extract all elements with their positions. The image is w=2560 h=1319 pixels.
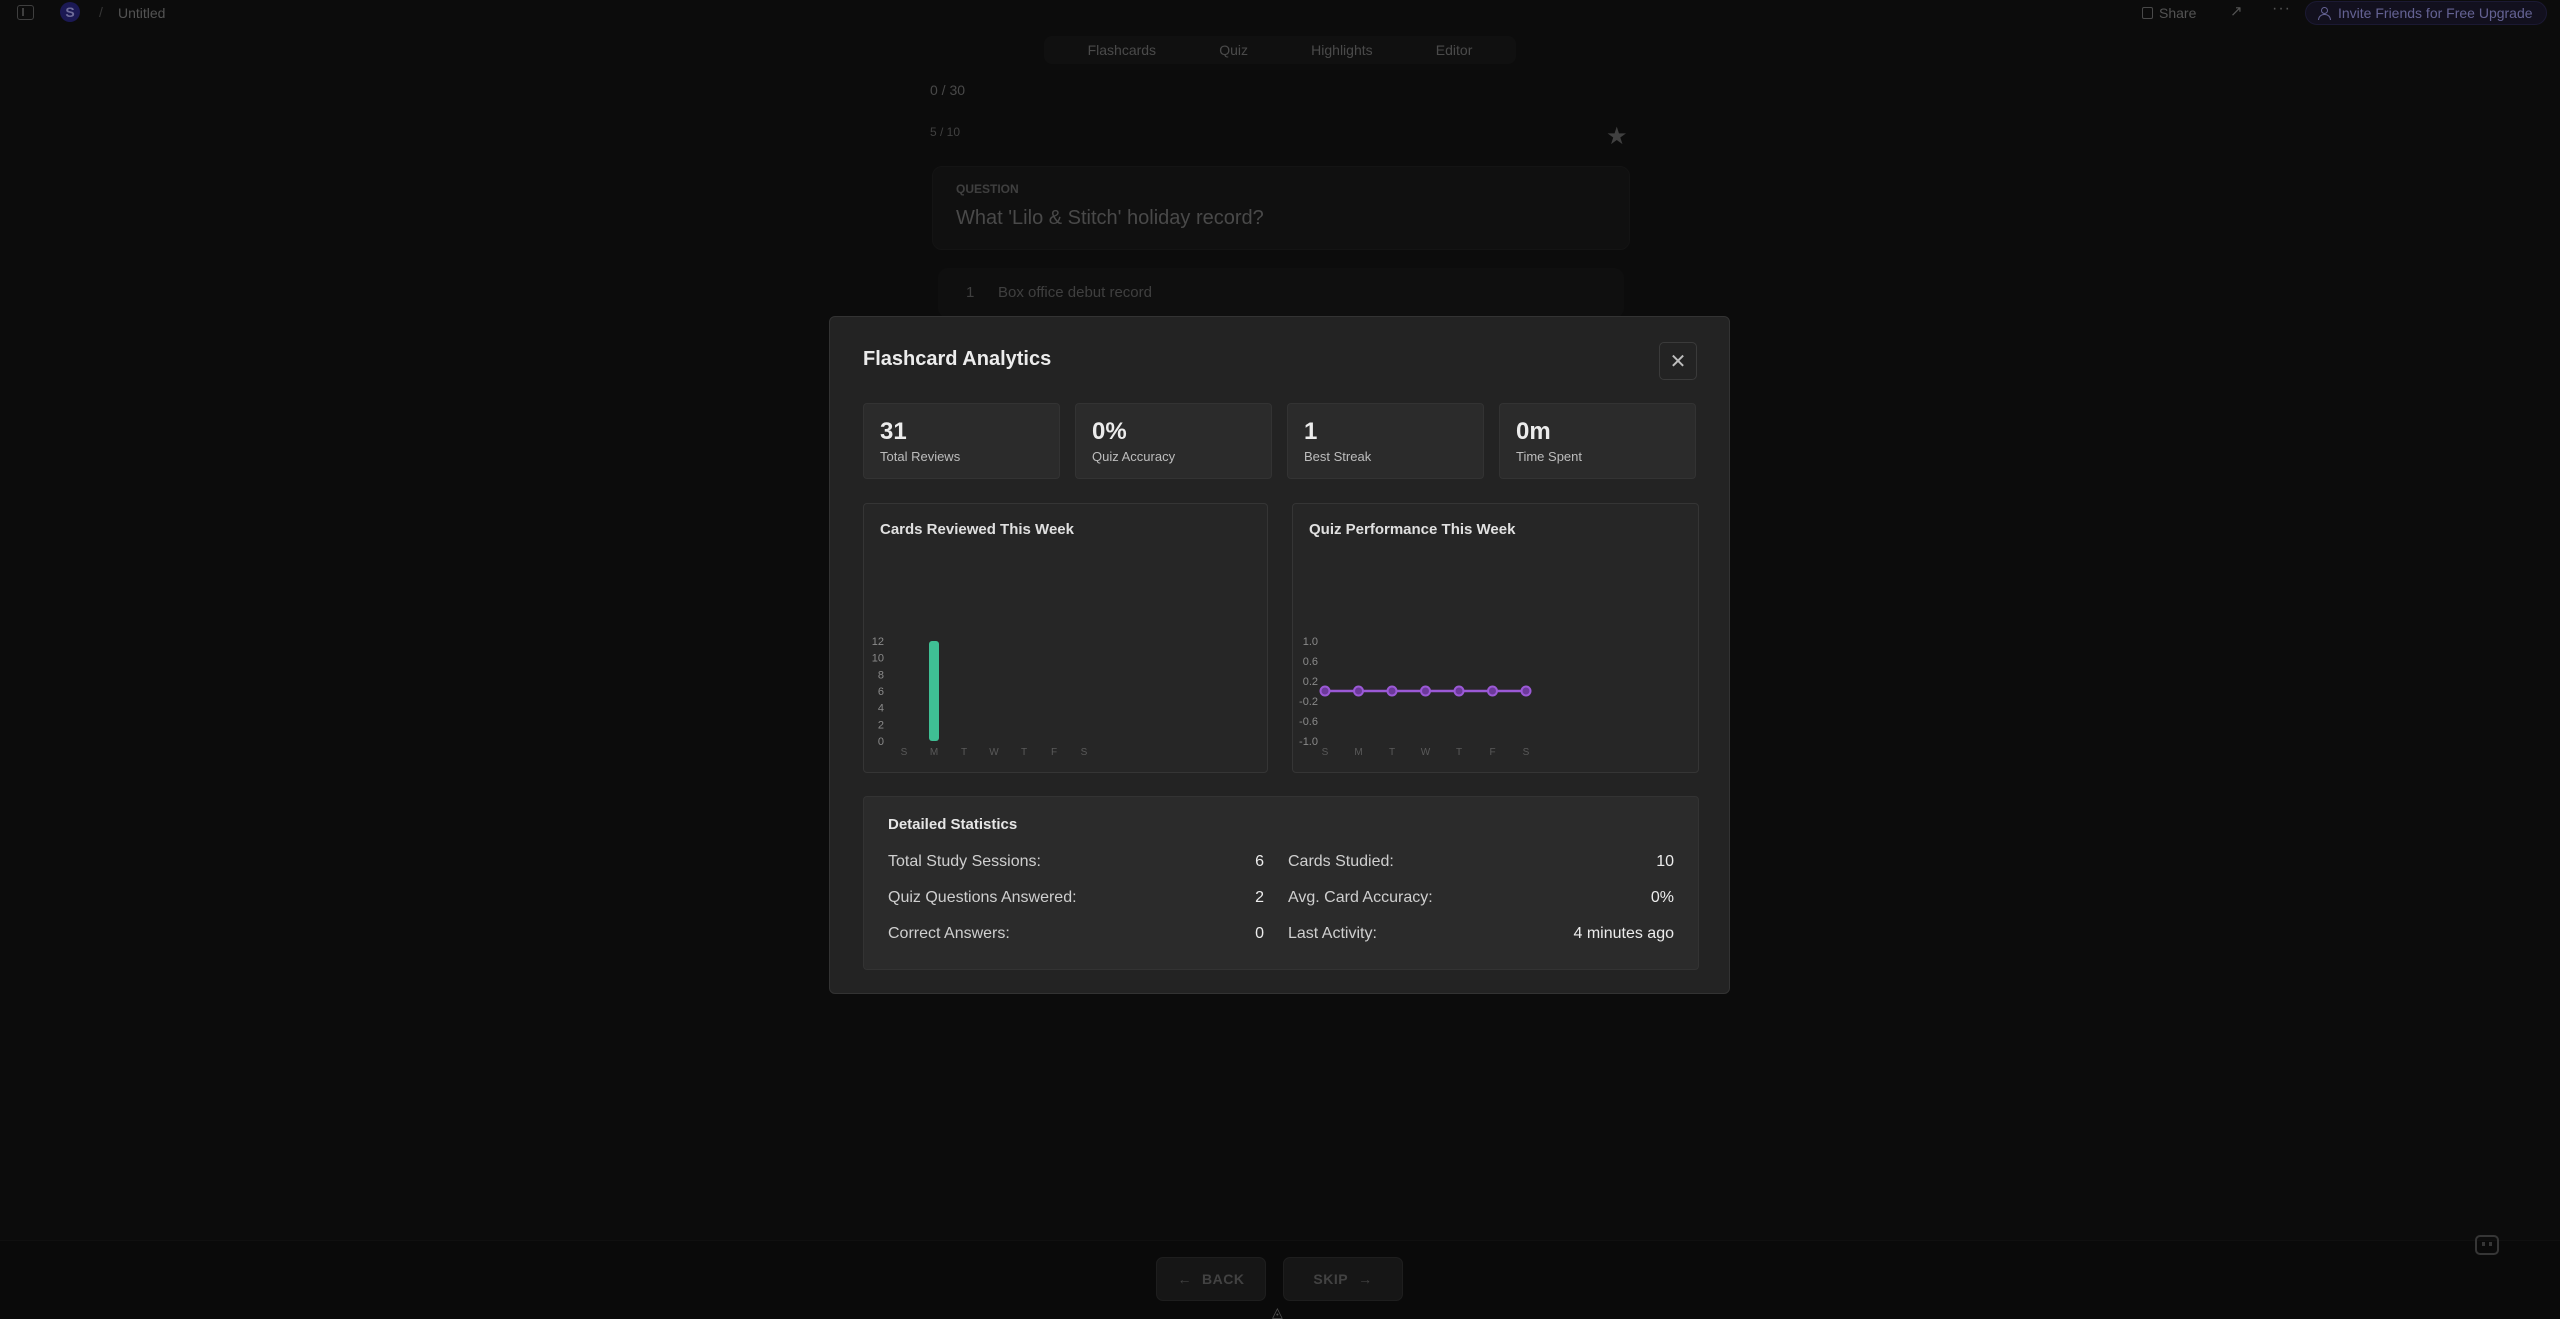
- data-point: [1420, 685, 1431, 697]
- detail-value: 0%: [1650, 889, 1674, 906]
- y-tick-label: 4: [878, 703, 884, 715]
- x-tick-label: T: [1456, 747, 1462, 758]
- detail-label: Avg. Card Accuracy:: [1288, 889, 1433, 906]
- detail-value: 2: [1255, 889, 1264, 906]
- stat-label: Time Spent: [1516, 449, 1582, 464]
- x-tick-label: F: [1489, 747, 1495, 758]
- detail-label: Total Study Sessions:: [888, 853, 1041, 870]
- x-tick-label: T: [961, 747, 967, 758]
- detail-label: Quiz Questions Answered:: [888, 889, 1077, 906]
- detail-value: 10: [1656, 853, 1674, 870]
- x-tick-label: M: [1354, 747, 1362, 758]
- y-tick-label: -0.2: [1299, 696, 1318, 708]
- quiz-performance-chart: Quiz Performance This Week 1.0 0.6 0.2 -0.2…: [1292, 503, 1699, 773]
- y-tick-label: 12: [872, 636, 884, 648]
- y-tick-label: 6: [878, 686, 884, 698]
- x-tick-label: T: [1389, 747, 1395, 758]
- data-point: [1319, 685, 1331, 697]
- stat-card-total-reviews: 31 Total Reviews: [863, 403, 1060, 479]
- stat-value: 1: [1304, 418, 1318, 445]
- y-tick-label: 0: [878, 736, 884, 748]
- modal-title: Flashcard Analytics: [863, 348, 1052, 370]
- bar: [929, 641, 939, 741]
- close-icon[interactable]: ✕: [1659, 342, 1697, 380]
- stat-card-quiz-accuracy: 0% Quiz Accuracy: [1075, 403, 1272, 479]
- detail-value: 4 minutes ago: [1573, 925, 1674, 942]
- y-tick-label: 0.2: [1303, 676, 1318, 688]
- data-point: [1353, 685, 1364, 697]
- y-tick-label: 1.0: [1303, 636, 1318, 648]
- detail-label: Last Activity:: [1288, 925, 1377, 942]
- data-point: [1386, 685, 1398, 697]
- data-point: [1453, 685, 1465, 697]
- x-tick-label: T: [1021, 747, 1027, 758]
- y-tick-label: 0.6: [1303, 656, 1318, 668]
- x-tick-label: S: [1523, 747, 1530, 758]
- x-tick-label: M: [930, 747, 938, 758]
- y-tick-label: 2: [878, 719, 884, 731]
- detailed-statistics: Detailed Statistics Total Study Sessions…: [863, 796, 1699, 970]
- bar-chart-svg: 0 2 4 6 8 10 12 S M T W T F S: [872, 636, 1088, 758]
- stat-label: Total Reviews: [880, 449, 961, 464]
- stat-label: Quiz Accuracy: [1092, 449, 1176, 464]
- y-tick-label: -1.0: [1299, 736, 1318, 748]
- y-tick-label: -0.6: [1299, 716, 1318, 728]
- x-tick-label: S: [901, 747, 908, 758]
- x-tick-label: F: [1051, 747, 1057, 758]
- stat-label: Best Streak: [1304, 449, 1372, 464]
- stat-value: 31: [880, 418, 907, 445]
- x-tick-label: W: [989, 747, 999, 758]
- stat-card-best-streak: 1 Best Streak: [1287, 403, 1484, 479]
- data-point: [1520, 685, 1532, 697]
- cards-reviewed-chart: Cards Reviewed This Week 0 2 4 6 8 10 12 S M T W T F…: [863, 503, 1268, 773]
- y-tick-label: 8: [878, 669, 884, 681]
- x-tick-label: W: [1421, 747, 1431, 758]
- data-point: [1487, 685, 1498, 697]
- detail-title: Detailed Statistics: [888, 816, 1018, 833]
- detail-label: Cards Studied:: [1288, 853, 1394, 870]
- stat-value: 0%: [1092, 418, 1127, 445]
- detail-label: Correct Answers:: [888, 925, 1010, 942]
- detail-value: 6: [1255, 853, 1264, 870]
- x-tick-label: S: [1081, 747, 1088, 758]
- x-tick-label: S: [1322, 747, 1329, 758]
- detail-value: 0: [1255, 925, 1264, 942]
- stat-value: 0m: [1516, 418, 1551, 445]
- y-tick-label: 10: [872, 653, 884, 665]
- stat-card-time-spent: 0m Time Spent: [1499, 403, 1696, 479]
- line-chart-svg: 1.0 0.6 0.2 -0.2 -0.6 -1.0 S M T W T F S: [1299, 636, 1532, 758]
- analytics-modal: Flashcard Analytics ✕ 31 Total Reviews 0…: [829, 316, 1730, 994]
